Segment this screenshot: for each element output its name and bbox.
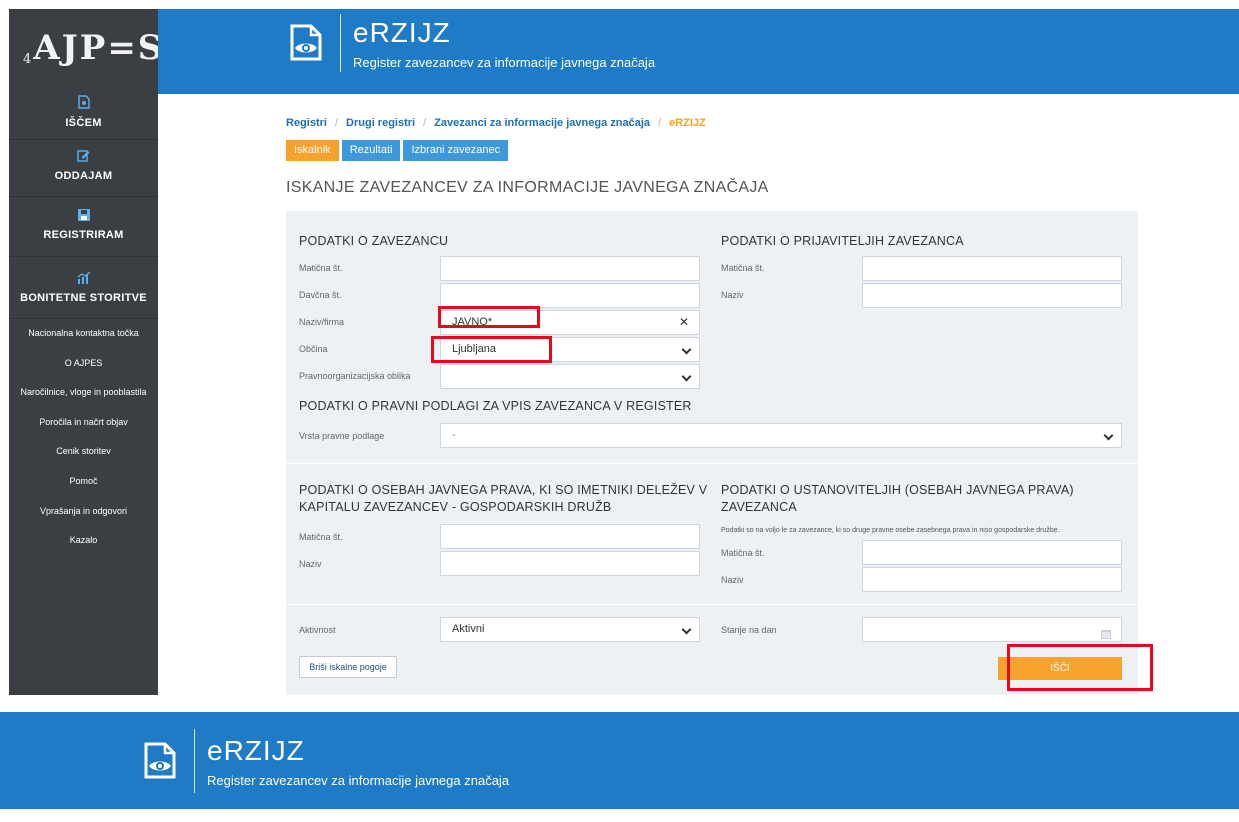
document-eye-icon [140,741,180,781]
section-title-prijavitelji: PODATKI O PRIJAVITELJIH ZAVEZANCA [721,234,964,248]
tab-izbrani-zavezanec[interactable]: Izbrani zavezanec [403,140,509,161]
obcina-label: Občina [299,344,328,354]
prijavitelj-maticna-input[interactable] [862,256,1122,281]
maticna-input[interactable] [440,256,700,281]
nav-kazalo[interactable]: Kazalo [9,526,158,556]
imetnik-maticna-input[interactable] [440,524,700,549]
search-doc-icon [9,95,158,111]
tab-bar: Iskalnik Rezultati Izbrani zavezanec [286,140,509,161]
page-title: ISKANJE ZAVEZANCEV ZA INFORMACIJE JAVNEG… [286,179,769,196]
section-title-imetniki-delezev: PODATKI O OSEBAH JAVNEGA PRAVA, KI SO IM… [299,483,708,514]
chart-icon [9,271,158,286]
clear-search-button[interactable]: Briši iskalne pogoje [299,656,397,678]
chevron-down-icon [681,344,692,355]
app-header: eRZIJZ Register zavezancev za informacij… [158,9,1239,94]
chevron-down-icon [681,624,692,635]
imetnik-maticna-label: Matična št. [299,532,343,542]
tab-iskalnik[interactable]: Iskalnik [286,140,339,161]
aktivnost-select[interactable]: Aktivni [440,617,700,642]
imetnik-naziv-label: Naziv [299,559,322,569]
ustanovitelj-maticna-label: Matična št. [721,548,765,558]
nav-porocila[interactable]: Poročila in načrt objav [9,408,158,438]
section-title-zavezanec: PODATKI O ZAVEZANCU [299,234,449,248]
ajpes-logo[interactable]: 4AJP=S5 [9,9,173,86]
vrsta-pravne-podlage-label: Vrsta pravne podlage [299,431,385,441]
prijavitelj-naziv-input[interactable] [862,283,1122,308]
footer-banner: eRZIJZ Register zavezancev za informacij… [0,712,1239,809]
highlight-naziv [438,306,540,328]
pravnoorganizacijska-select[interactable] [440,364,700,389]
nav-registriram[interactable]: REGISTRIRAM [9,197,158,257]
section-title-pravna-podlaga: PODATKI O PRAVNI PODLAGI ZA VPIS ZAVEZAN… [299,399,692,413]
davcna-input[interactable] [440,283,700,308]
breadcrumb-zavezanci[interactable]: Zavezanci za informacije javnega značaja [434,117,650,129]
chevron-down-icon [681,371,692,382]
pravnoorganizacijska-label: Pravnoorganizacijska oblika [299,371,411,381]
imetnik-naziv-input[interactable] [440,551,700,576]
nav-narocilnice[interactable]: Naročilnice, vloge in pooblastila [9,378,158,408]
ustanovitelj-maticna-input[interactable] [862,540,1122,565]
nav-oddajam[interactable]: ODDAJAM [9,140,158,197]
app-brand[interactable]: eRZIJZ Register zavezancev za informacij… [286,14,655,72]
breadcrumb-registri[interactable]: Registri [286,117,327,129]
nav-pomoc[interactable]: Pomoč [9,467,158,497]
stanje-na-dan-label: Stanje na dan [721,625,777,635]
nav-iscem[interactable]: IŠČEM [9,86,158,140]
footer-subtitle: Register zavezancev za informacije javne… [207,772,510,788]
document-eye-icon [286,23,326,63]
nav-vprasanja-in-odgovori[interactable]: Vprašanja in odgovori [9,497,158,527]
davcna-label: Davčna št. [299,290,342,300]
highlight-search-button [1007,644,1153,691]
ustanovitelj-naziv-label: Naziv [721,575,744,585]
nav-nacionalna-kontaktna-tocka[interactable]: Nacionalna kontaktna točka [9,319,158,349]
breadcrumb-drugi-registri[interactable]: Drugi registri [346,117,415,129]
ustanovitelj-naziv-input[interactable] [862,567,1122,592]
prijavitelj-maticna-label: Matična št. [721,263,765,273]
app-subtitle: Register zavezancev za informacije javne… [353,54,656,70]
highlight-obcina [431,336,552,363]
naziv-firma-label: Naziv/firma [299,317,345,327]
prijavitelj-naziv-label: Naziv [721,290,744,300]
ustanovitelji-note: Podatki so na voljo le za zavezance, ki … [721,527,1060,534]
stanje-na-dan-input[interactable] [862,617,1122,642]
aktivnost-label: Aktivnost [299,625,336,635]
nav-o-ajpes[interactable]: O AJPES [9,349,158,379]
nav-cenik-storitev[interactable]: Cenik storitev [9,437,158,467]
chevron-down-icon [1103,430,1114,441]
tab-rezultati[interactable]: Rezultati [341,140,401,161]
nav-bonitetne-storitve[interactable]: BONITETNE STORITVE [9,257,158,319]
footer-brand: eRZIJZ Register zavezancev za informacij… [140,729,509,793]
section-title-ustanovitelji: PODATKI O USTANOVITELJIH (OSEBAH JAVNEGA… [721,483,1074,514]
footer-title: eRZIJZ [207,734,305,766]
sidebar: 4AJP=S5 IŠČEM ODDAJAM REGISTRIRAM BONITE… [9,9,173,695]
app-title: eRZIJZ [353,16,451,48]
breadcrumb: Registri / Drugi registri / Zavezanci za inf… [286,117,706,129]
save-icon [9,209,158,223]
vrsta-pravne-podlage-select[interactable]: - [440,423,1122,448]
maticna-label: Matična št. [299,263,343,273]
clear-icon[interactable]: ✕ [679,311,689,334]
breadcrumb-current: eRZIJZ [669,117,706,129]
edit-icon [9,149,158,164]
